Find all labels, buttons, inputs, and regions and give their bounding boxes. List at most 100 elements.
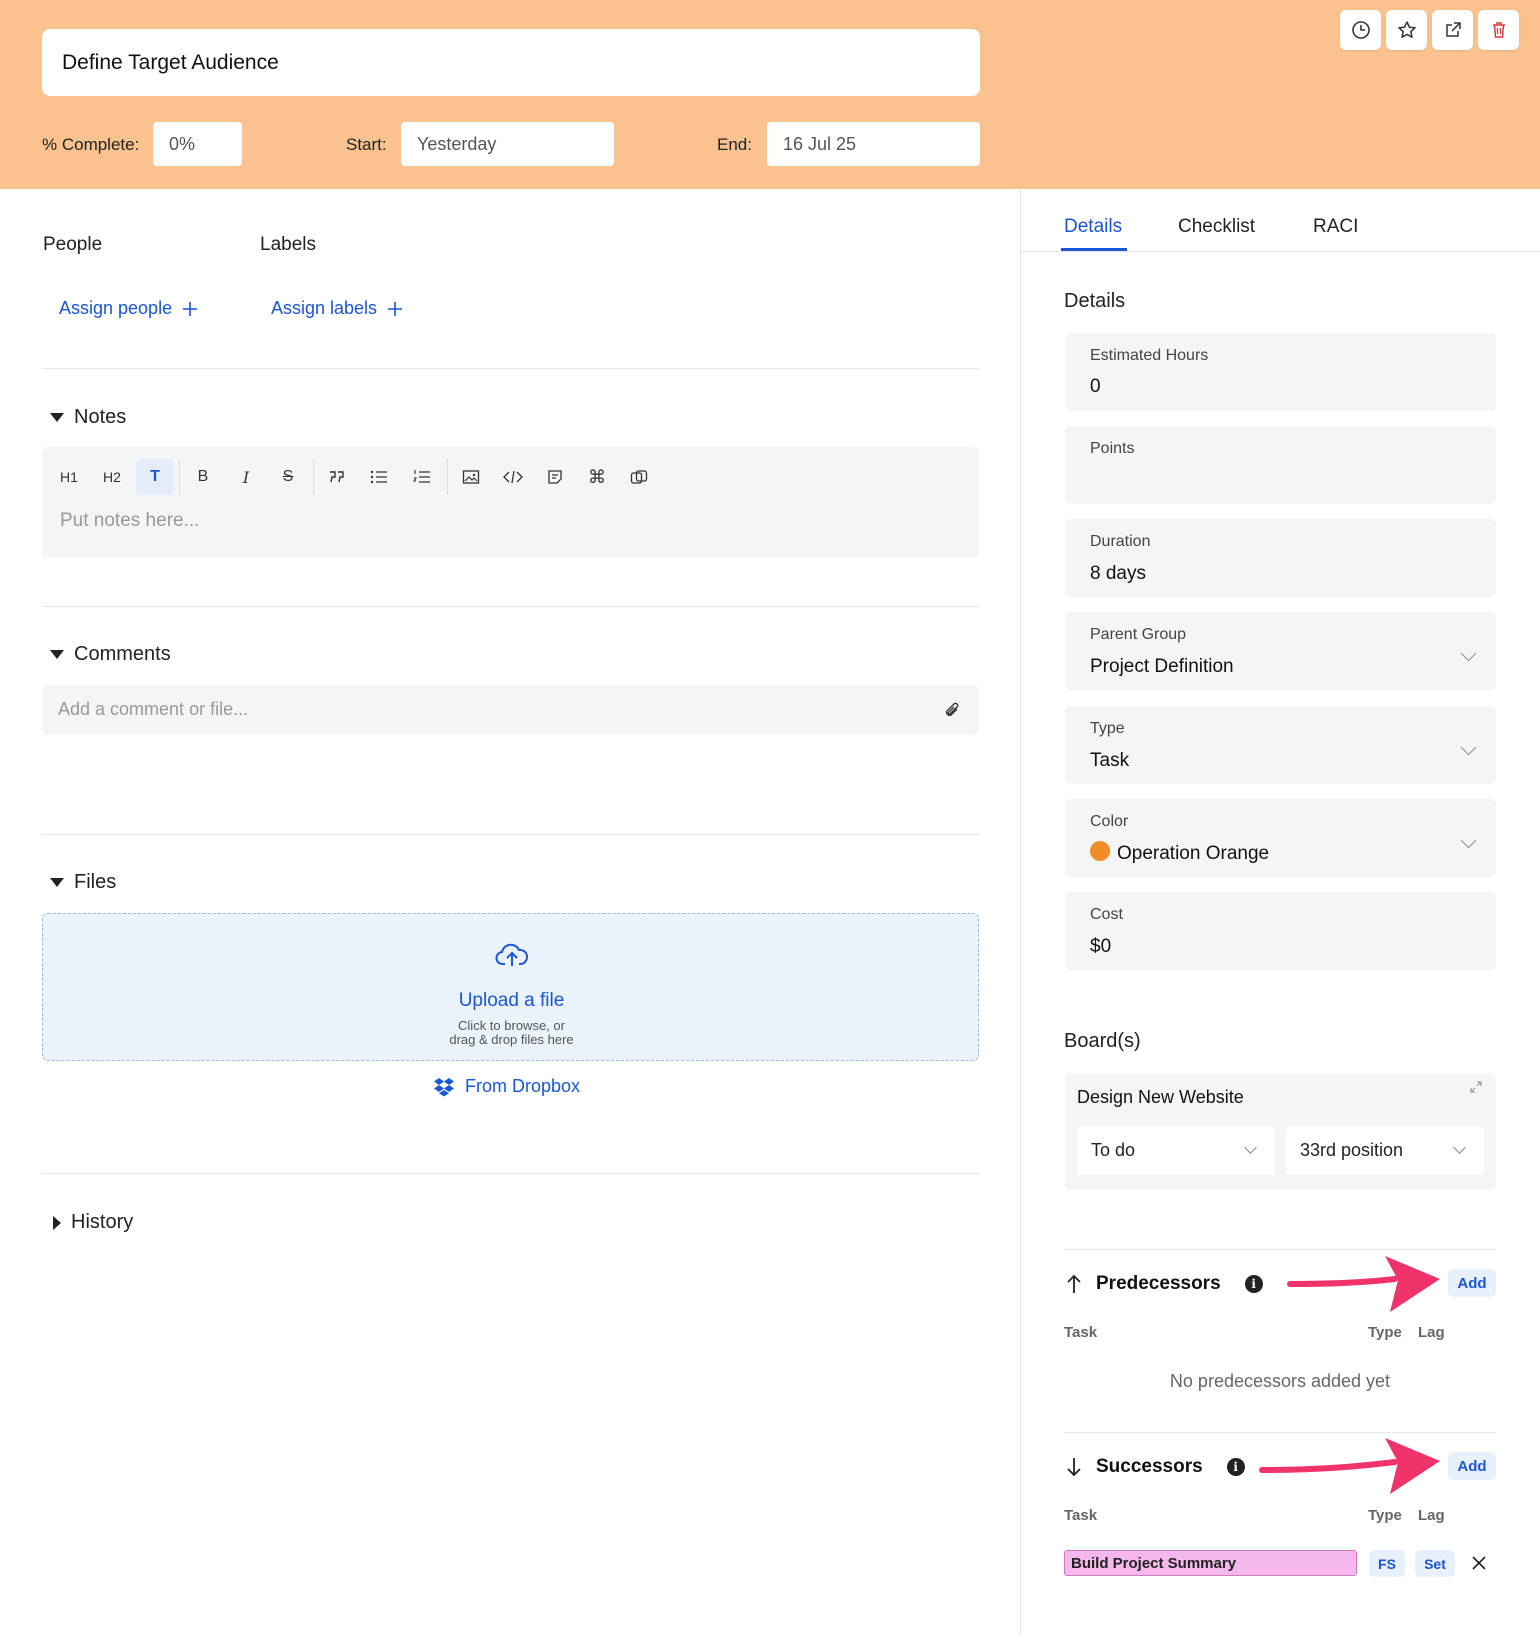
color-label: Color <box>1090 813 1129 830</box>
board-card: Design New Website To do 33rd position <box>1065 1073 1496 1190</box>
paperclip-icon[interactable] <box>943 700 961 720</box>
upload-file-title: Upload a file <box>458 990 565 1011</box>
board-status-value: To do <box>1091 1140 1136 1160</box>
tab-checklist[interactable]: Checklist <box>1178 216 1255 238</box>
note-icon <box>548 470 562 484</box>
command-button[interactable]: ⌘ <box>578 459 616 495</box>
info-icon[interactable]: i <box>1244 1275 1263 1293</box>
italic-button[interactable]: I <box>227 459 265 495</box>
image-icon <box>462 470 480 484</box>
chevron-down-icon <box>1460 832 1477 849</box>
color-value: Operation Orange <box>1117 843 1270 864</box>
heading1-button[interactable]: H1 <box>50 459 88 495</box>
file-upload-dropzone[interactable]: Upload a file Click to browse, or drag &… <box>42 913 979 1061</box>
notes-toggle[interactable]: Notes <box>50 406 126 429</box>
task-header: Define Target Audience % Complete: 0% St… <box>0 0 1540 189</box>
board-position-select[interactable]: 33rd position <box>1286 1127 1484 1175</box>
from-dropbox-text: From Dropbox <box>465 1076 581 1096</box>
paragraph-text-button[interactable]: T <box>136 459 174 495</box>
caret-down-icon <box>50 878 64 887</box>
comment-input[interactable]: Add a comment or file... <box>42 685 979 735</box>
quote-icon <box>330 471 344 483</box>
arrow-down-icon <box>1067 1458 1081 1477</box>
color-swatch <box>1090 841 1110 861</box>
quote-button[interactable] <box>318 459 356 495</box>
comments-toggle[interactable]: Comments <box>50 643 171 666</box>
files-toggle[interactable]: Files <box>50 871 116 894</box>
start-date-input[interactable]: Yesterday <box>401 122 614 166</box>
percent-complete-input[interactable]: 0% <box>153 122 242 166</box>
cost-value: $0 <box>1090 936 1112 957</box>
type-select[interactable]: Type Task <box>1065 706 1496 784</box>
assign-people-link[interactable]: Assign people <box>59 298 198 319</box>
parent-group-select[interactable]: Parent Group Project Definition <box>1065 612 1496 690</box>
color-select[interactable]: Color Operation Orange <box>1065 799 1496 877</box>
delete-button[interactable] <box>1478 10 1519 50</box>
code-button[interactable] <box>494 459 532 495</box>
comment-placeholder: Add a comment or file... <box>58 699 249 719</box>
assign-labels-link[interactable]: Assign labels <box>271 298 403 319</box>
tabs-divider <box>1021 251 1540 252</box>
successor-task-pill[interactable]: Build Project Summary <box>1064 1550 1357 1576</box>
end-date-input[interactable]: 16 Jul 25 <box>767 122 980 166</box>
predecessors-title: Predecessors <box>1096 1273 1221 1294</box>
plus-icon <box>183 301 198 316</box>
tab-raci[interactable]: RACI <box>1313 216 1358 238</box>
successor-type-chip[interactable]: FS <box>1369 1550 1405 1577</box>
duration-field[interactable]: Duration 8 days <box>1065 519 1496 597</box>
notes-placeholder[interactable]: Put notes here... <box>60 510 199 532</box>
divider <box>42 1173 979 1174</box>
info-icon[interactable]: i <box>1226 1458 1245 1476</box>
chevron-down-icon <box>1460 739 1477 756</box>
successors-col-task: Task <box>1064 1507 1098 1524</box>
estimated-hours-label: Estimated Hours <box>1090 347 1209 364</box>
caret-down-icon <box>50 413 64 422</box>
bullet-list-button[interactable] <box>360 459 398 495</box>
no-predecessors-message: No predecessors added yet <box>1169 1371 1391 1391</box>
arrow-up-icon <box>1067 1274 1081 1293</box>
task-title-input[interactable]: Define Target Audience <box>42 29 980 96</box>
heading2-button[interactable]: H2 <box>93 459 131 495</box>
annotation-arrow-icon <box>1287 1256 1440 1312</box>
plus-icon <box>388 301 403 316</box>
points-field[interactable]: Points <box>1065 426 1496 504</box>
cost-field[interactable]: Cost $0 <box>1065 892 1496 970</box>
end-label: End: <box>717 135 752 154</box>
open-external-button[interactable] <box>1432 10 1473 50</box>
type-label: Type <box>1090 720 1125 737</box>
toolbar-separator <box>447 459 448 495</box>
history-toggle[interactable]: History <box>53 1211 133 1234</box>
bold-button[interactable]: B <box>184 459 222 495</box>
insert-image-button[interactable] <box>452 459 490 495</box>
add-predecessor-button[interactable]: Add <box>1448 1269 1496 1297</box>
embed-button[interactable] <box>620 459 658 495</box>
strikethrough-button[interactable]: S <box>269 459 307 495</box>
board-status-select[interactable]: To do <box>1077 1127 1275 1175</box>
successors-col-lag: Lag <box>1418 1507 1445 1524</box>
tab-details[interactable]: Details <box>1064 216 1122 238</box>
cloud-upload-icon <box>495 943 529 966</box>
favorite-button[interactable] <box>1386 10 1427 50</box>
people-label: People <box>43 234 103 255</box>
estimated-hours-value: 0 <box>1090 376 1101 397</box>
predecessors-col-lag: Lag <box>1418 1324 1445 1341</box>
numbered-list-button[interactable] <box>403 459 441 495</box>
from-dropbox-link[interactable]: From Dropbox <box>433 1076 580 1097</box>
history-clock-button[interactable] <box>1340 10 1381 50</box>
annotation-arrow-icon <box>1259 1438 1440 1494</box>
external-link-icon <box>1445 22 1461 37</box>
toolbar-separator <box>313 459 314 495</box>
type-value: Task <box>1090 750 1130 771</box>
notes-title: Notes <box>74 406 127 428</box>
estimated-hours-field[interactable]: Estimated Hours 0 <box>1065 333 1496 411</box>
note-block-button[interactable] <box>536 459 574 495</box>
add-successor-button[interactable]: Add <box>1448 1452 1496 1480</box>
expand-icon[interactable] <box>1470 1081 1482 1093</box>
remove-successor-icon[interactable] <box>1471 1555 1487 1571</box>
successor-lag-chip[interactable]: Set <box>1415 1550 1455 1577</box>
chevron-down-icon <box>1453 1141 1466 1154</box>
embed-link-icon <box>630 470 648 484</box>
boards-heading: Board(s) <box>1064 1030 1141 1052</box>
comments-title: Comments <box>74 643 171 665</box>
notes-editor: H1 H2 T B I S ⌘ Put notes here... <box>42 447 979 558</box>
